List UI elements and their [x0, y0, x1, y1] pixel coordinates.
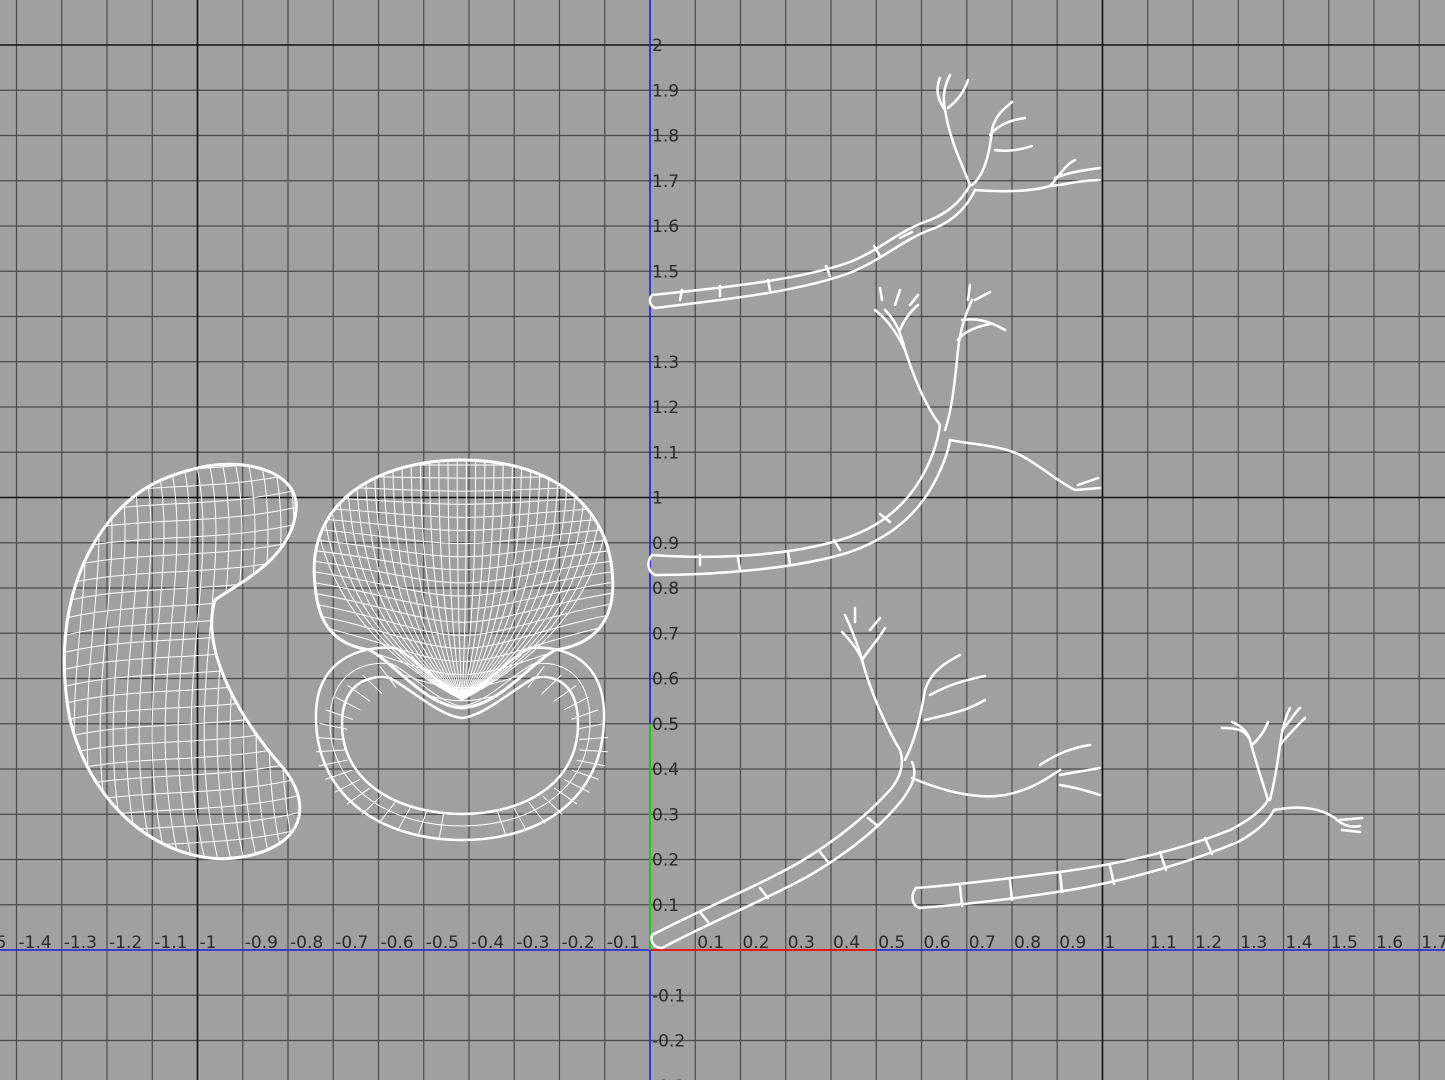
v-tick-label: 1.5 [652, 262, 679, 282]
u-tick-label: -1.5 [0, 933, 6, 953]
u-tick-label: -0.9 [245, 933, 278, 953]
v-tick-label: 0.2 [652, 851, 679, 871]
u-tick-label: 1.7 [1421, 933, 1445, 953]
v-tick-label: 0.9 [652, 534, 679, 554]
u-tick-label: 1.6 [1376, 933, 1403, 953]
u-tick-label: -0.2 [562, 933, 595, 953]
u-tick-label: -1.1 [154, 933, 187, 953]
v-tick-label: 1.7 [652, 172, 679, 192]
u-tick-label: -0.6 [381, 933, 414, 953]
u-tick-label: 0.6 [924, 933, 951, 953]
v-tick-label: 0.3 [652, 805, 679, 825]
v-tick-label: 1.3 [652, 353, 679, 373]
u-tick-label: 1.3 [1240, 933, 1267, 953]
u-tick-label: 0.4 [833, 933, 860, 953]
u-tick-label: 1.4 [1286, 933, 1313, 953]
u-tick-label: 1.5 [1331, 933, 1358, 953]
u-tick-label: -0.3 [516, 933, 549, 953]
v-tick-label: 0.6 [652, 670, 679, 690]
v-tick-label: 0.5 [652, 715, 679, 735]
u-tick-label: -0.5 [426, 933, 459, 953]
u-tick-label: 1.2 [1195, 933, 1222, 953]
v-tick-label: 1.8 [652, 127, 679, 147]
v-tick-label: 1 [652, 489, 663, 509]
u-tick-label: 0.9 [1059, 933, 1086, 953]
v-tick-label: 1.1 [652, 443, 679, 463]
u-tick-label: 0.1 [697, 933, 724, 953]
u-tick-label: 0.2 [743, 933, 770, 953]
u-tick-label: 1.1 [1150, 933, 1177, 953]
u-tick-label: -0.7 [335, 933, 368, 953]
v-tick-label: 2 [652, 36, 663, 56]
u-tick-label: -0.8 [290, 933, 323, 953]
v-tick-label: 0.1 [652, 896, 679, 916]
u-tick-label: -0.1 [607, 933, 640, 953]
u-tick-label: 0.5 [878, 933, 905, 953]
v-tick-label: 1.2 [652, 398, 679, 418]
u-tick-label: 0.3 [788, 933, 815, 953]
u-tick-label: -1.4 [19, 933, 52, 953]
u-tick-label: -1.3 [64, 933, 97, 953]
u-tick-label: 0.7 [969, 933, 996, 953]
v-tick-label: -0.2 [652, 1032, 685, 1052]
u-tick-label: -1 [200, 933, 217, 953]
uv-editor-viewport[interactable]: -1.5 -1.4 -1.3 -1.2 -1.1 -1 -0.9 -0.8 -0.7 -0.6 -0… [0, 0, 1445, 1080]
u-tick-label: 1 [1105, 933, 1116, 953]
v-tick-label: -0.1 [652, 986, 685, 1006]
u-tick-label: 0.8 [1014, 933, 1041, 953]
u-tick-label: -0.4 [471, 933, 504, 953]
u-tick-label: -1.2 [109, 933, 142, 953]
v-tick-label: 0.8 [652, 579, 679, 599]
v-tick-label: 1.6 [652, 217, 679, 237]
v-tick-label: 1.9 [652, 81, 679, 101]
v-tick-label: 0.7 [652, 624, 679, 644]
v-tick-label: 0.4 [652, 760, 679, 780]
